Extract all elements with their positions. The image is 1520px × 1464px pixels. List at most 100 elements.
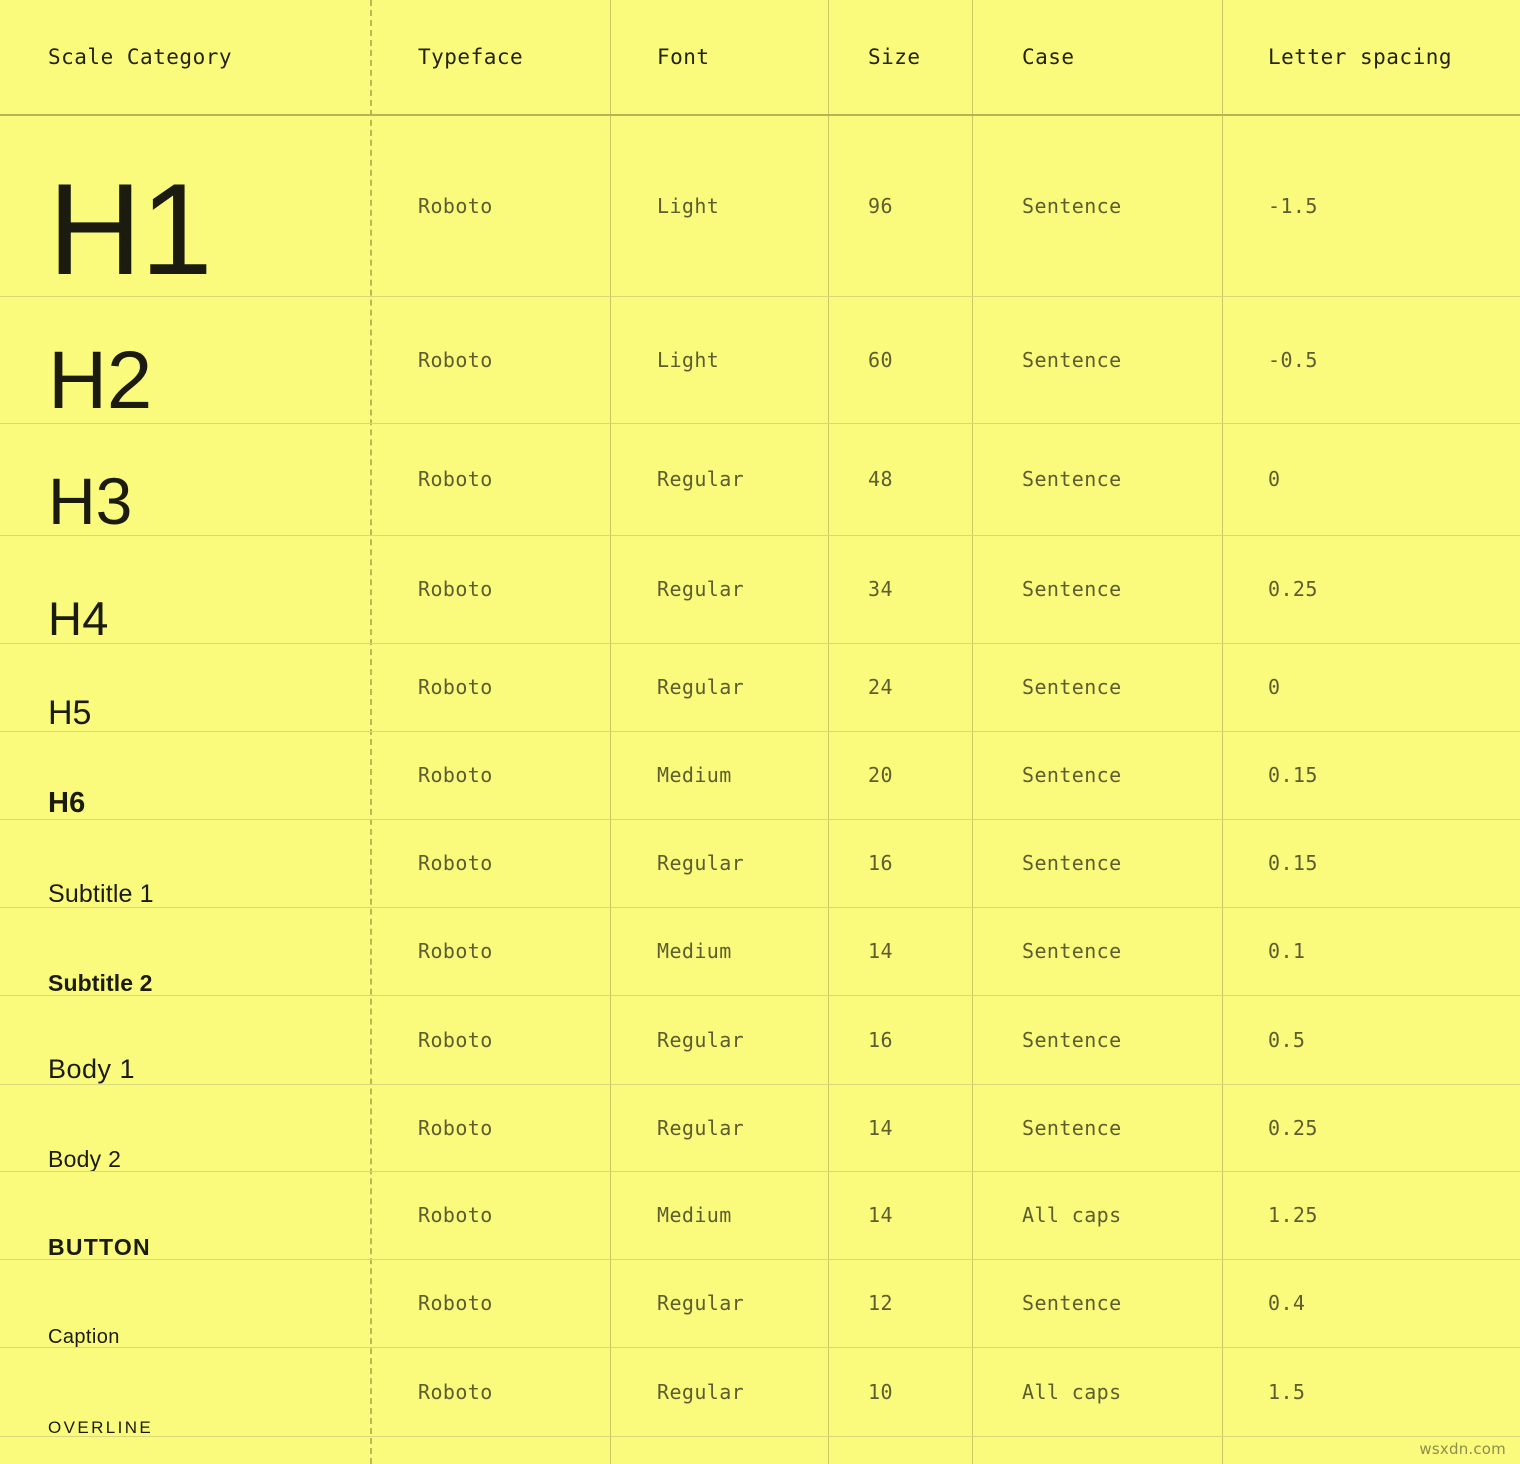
cell-typeface: Roboto — [418, 467, 493, 491]
cell-letter-spacing: 0.25 — [1268, 1115, 1318, 1140]
table-row[interactable]: OVERLINE Roboto Regular 10 All caps 1.5 — [0, 1347, 1520, 1437]
column-header-typeface[interactable]: Typeface — [370, 0, 610, 114]
cell-size: 14 — [868, 1203, 893, 1227]
table-row[interactable]: H6 Roboto Medium 20 Sentence 0.15 — [0, 731, 1520, 819]
scale-sample-text: H6 — [48, 787, 86, 820]
cell-letter-spacing: 0.5 — [1268, 1027, 1306, 1052]
row-divider — [0, 731, 1520, 732]
table-row[interactable]: H5 Roboto Regular 24 Sentence 0 — [0, 643, 1520, 731]
table-row[interactable]: Body 2 Roboto Regular 14 Sentence 0.25 — [0, 1084, 1520, 1171]
cell-size: 24 — [868, 675, 893, 699]
cell-size: 12 — [868, 1291, 893, 1315]
column-header-letter-spacing[interactable]: Letter spacing — [1222, 0, 1520, 114]
cell-font: Regular — [657, 1115, 745, 1140]
cell-case: Sentence — [1022, 577, 1122, 601]
column-header-scale-category[interactable]: Scale Category — [0, 0, 370, 114]
cell-letter-spacing: -0.5 — [1268, 347, 1318, 372]
watermark: wsxdn.com — [1419, 1440, 1506, 1458]
column-divider — [610, 0, 611, 1464]
cell-typeface: Roboto — [418, 194, 493, 218]
cell-case: Sentence — [1022, 763, 1122, 787]
column-header-case[interactable]: Case — [972, 0, 1222, 114]
column-divider — [1222, 0, 1223, 1464]
cell-case: All caps — [1022, 1379, 1122, 1404]
scale-sample-text: Body 1 — [48, 1054, 136, 1085]
table-row[interactable]: Caption Roboto Regular 12 Sentence 0.4 — [0, 1259, 1520, 1347]
table-row[interactable]: Subtitle 2 Roboto Medium 14 Sentence 0.1 — [0, 907, 1520, 995]
cell-size: 14 — [868, 1115, 893, 1140]
cell-size: 16 — [868, 851, 893, 875]
cell-font: Regular — [657, 675, 745, 699]
scale-sample-cell: Body 2 — [0, 1084, 370, 1171]
cell-typeface: Roboto — [418, 1203, 493, 1227]
cell-size: 20 — [868, 763, 893, 787]
scale-sample-cell: H6 — [0, 731, 370, 819]
table-row[interactable]: Subtitle 1 Roboto Regular 16 Sentence 0.15 — [0, 819, 1520, 907]
scale-sample-cell: Caption — [0, 1259, 370, 1347]
cell-font: Regular — [657, 577, 745, 601]
cell-case: Sentence — [1022, 851, 1122, 875]
scale-sample-cell: Subtitle 2 — [0, 907, 370, 995]
cell-case: Sentence — [1022, 1027, 1122, 1052]
cell-case: Sentence — [1022, 347, 1122, 372]
row-divider — [0, 1259, 1520, 1260]
cell-font: Medium — [657, 939, 732, 963]
column-divider-dashed — [370, 0, 372, 1464]
cell-letter-spacing: -1.5 — [1268, 194, 1318, 218]
cell-font: Regular — [657, 1027, 745, 1052]
cell-letter-spacing: 0.4 — [1268, 1291, 1306, 1315]
scale-sample-text: H1 — [48, 156, 213, 303]
cell-typeface: Roboto — [418, 1379, 493, 1404]
scale-sample-text: H2 — [48, 335, 152, 427]
cell-typeface: Roboto — [418, 577, 493, 601]
column-header-size[interactable]: Size — [828, 0, 972, 114]
type-scale-table-page: Scale Category Typeface Font Size Case Letter… — [0, 0, 1520, 1464]
scale-sample-cell: Subtitle 1 — [0, 819, 370, 907]
scale-sample-cell: H5 — [0, 643, 370, 731]
scale-sample-text: H5 — [48, 694, 92, 733]
row-divider — [0, 907, 1520, 908]
table-row[interactable]: H1 Roboto Light 96 Sentence -1.5 — [0, 116, 1520, 296]
cell-typeface: Roboto — [418, 347, 493, 372]
cell-typeface: Roboto — [418, 1115, 493, 1140]
cell-letter-spacing: 0.15 — [1268, 763, 1318, 787]
cell-font: Regular — [657, 1379, 745, 1404]
scale-sample-cell: BUTTON — [0, 1171, 370, 1259]
table-row[interactable]: H3 Roboto Regular 48 Sentence 0 — [0, 423, 1520, 535]
scale-sample-text: H3 — [48, 463, 133, 538]
row-divider — [0, 1171, 1520, 1172]
cell-font: Regular — [657, 851, 745, 875]
cell-size: 34 — [868, 577, 893, 601]
table-header-row: Scale Category Typeface Font Size Case Letter… — [0, 0, 1520, 114]
table-row[interactable]: Body 1 Roboto Regular 16 Sentence 0.5 — [0, 995, 1520, 1084]
cell-size: 10 — [868, 1379, 893, 1404]
scale-sample-cell: OVERLINE — [0, 1347, 370, 1436]
cell-size: 14 — [868, 939, 893, 963]
row-divider — [0, 995, 1520, 996]
column-header-font[interactable]: Font — [610, 0, 828, 114]
scale-sample-text: Body 2 — [48, 1145, 122, 1172]
table-row[interactable]: BUTTON Roboto Medium 14 All caps 1.25 — [0, 1171, 1520, 1259]
table-row[interactable]: H2 Roboto Light 60 Sentence -0.5 — [0, 296, 1520, 423]
cell-letter-spacing: 0 — [1268, 467, 1281, 491]
row-divider — [0, 1084, 1520, 1085]
cell-font: Regular — [657, 1291, 745, 1315]
row-divider — [0, 535, 1520, 536]
row-divider — [0, 1347, 1520, 1348]
cell-font: Medium — [657, 1203, 732, 1227]
column-divider — [972, 0, 973, 1464]
cell-size: 16 — [868, 1027, 893, 1052]
scale-sample-text: H4 — [48, 592, 109, 646]
cell-font: Medium — [657, 763, 732, 787]
scale-sample-text: Caption — [48, 1325, 120, 1348]
scale-sample-cell: H4 — [0, 535, 370, 643]
cell-letter-spacing: 0 — [1268, 675, 1281, 699]
cell-case: Sentence — [1022, 675, 1122, 699]
cell-size: 48 — [868, 467, 893, 491]
table-row[interactable]: H4 Roboto Regular 34 Sentence 0.25 — [0, 535, 1520, 643]
cell-size: 96 — [868, 194, 893, 218]
cell-typeface: Roboto — [418, 675, 493, 699]
row-divider — [0, 423, 1520, 424]
scale-sample-text: BUTTON — [48, 1233, 151, 1260]
scale-sample-text: Subtitle 2 — [48, 969, 153, 996]
